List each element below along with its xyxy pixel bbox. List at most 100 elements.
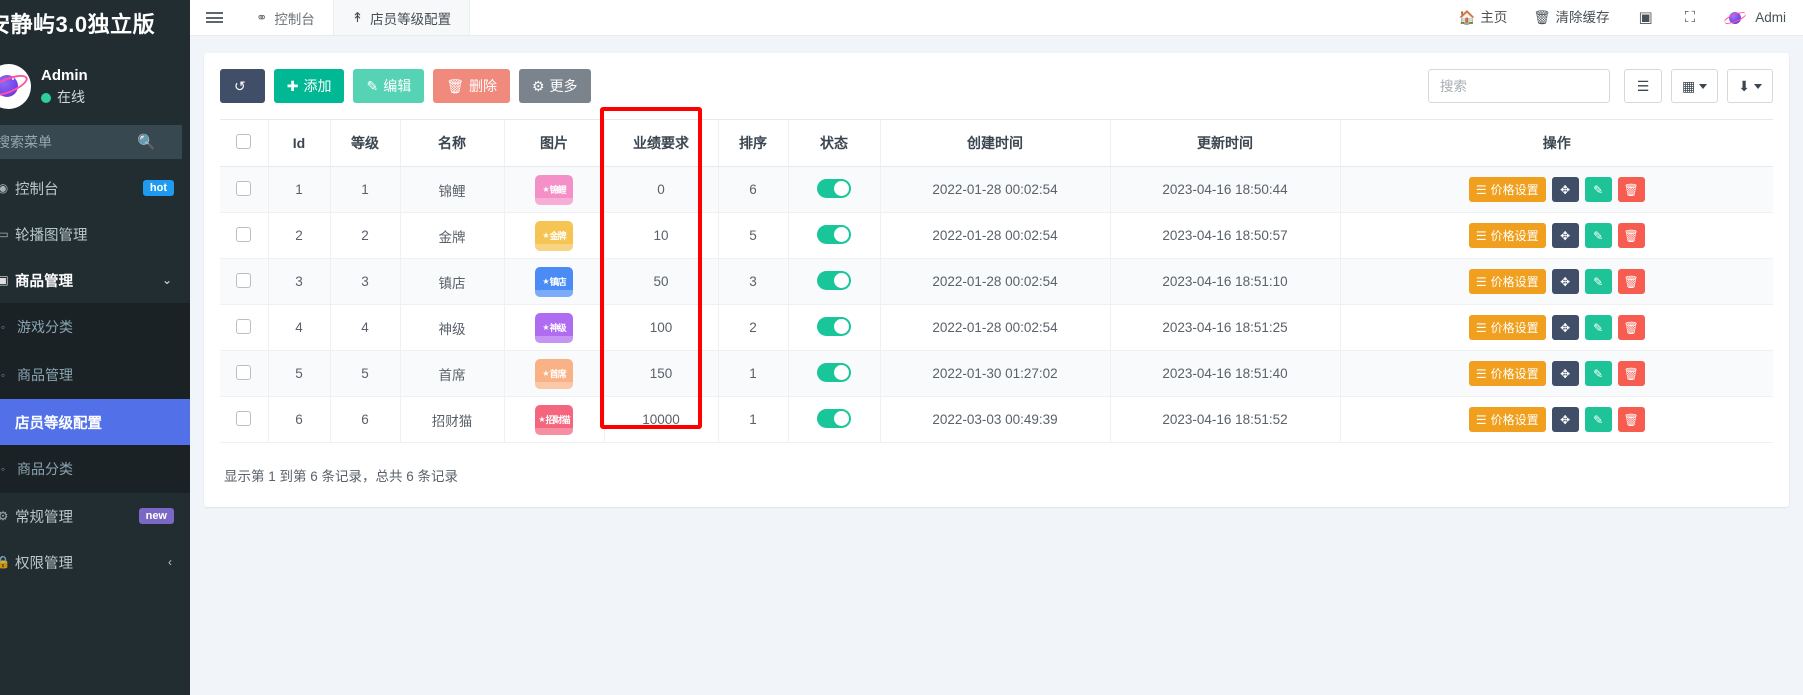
delete-row-button[interactable]: 🗑 xyxy=(1618,407,1645,432)
row-checkbox[interactable] xyxy=(236,181,251,196)
sidebar-item-label: 轮播图管理 xyxy=(15,224,88,245)
online-status-dot xyxy=(41,93,51,103)
delete-row-button[interactable]: 🗑 xyxy=(1618,177,1645,202)
table-body: 11锦鲤★锦鲤062022-01-28 00:02:542023-04-16 1… xyxy=(220,167,1773,443)
edit-button[interactable]: ✎编辑 xyxy=(353,69,424,103)
delete-row-button[interactable]: 🗑 xyxy=(1618,223,1645,248)
delete-button[interactable]: 🗑删除 xyxy=(433,69,510,103)
theme-icon[interactable]: ▣ xyxy=(1623,0,1669,36)
edit-row-button[interactable]: ✎ xyxy=(1585,407,1612,432)
delete-row-button[interactable]: 🗑 xyxy=(1618,361,1645,386)
col-performance[interactable]: 业绩要求 xyxy=(604,120,718,167)
status-toggle[interactable] xyxy=(817,271,851,290)
price-settings-button[interactable]: ☰价格设置 xyxy=(1469,223,1546,248)
edit-row-button[interactable]: ✎ xyxy=(1585,177,1612,202)
col-created[interactable]: 创建时间 xyxy=(880,120,1110,167)
level-badge-image[interactable]: ★镇店 xyxy=(535,267,573,297)
table-footer: 显示第 1 到第 6 条记录，总共 6 条记录 xyxy=(220,443,1773,485)
sidebar-item-console[interactable]: ◉ 控制台 hot xyxy=(0,165,190,211)
cell-level: 6 xyxy=(330,397,400,443)
col-actions[interactable]: 操作 xyxy=(1340,120,1773,167)
sidebar-search[interactable]: 🔍 xyxy=(0,125,182,159)
sidebar-item-permission-management[interactable]: 🔒 权限管理 ‹ xyxy=(0,539,190,585)
status-toggle[interactable] xyxy=(817,225,851,244)
brand-title: 安静屿3.0独立版 xyxy=(0,0,190,50)
sidebar-item-goods-category[interactable]: ◦ 商品分类 xyxy=(0,445,190,493)
col-updated[interactable]: 更新时间 xyxy=(1110,120,1340,167)
col-status[interactable]: 状态 xyxy=(788,120,880,167)
hamburger-icon[interactable] xyxy=(190,0,238,35)
price-settings-button[interactable]: ☰价格设置 xyxy=(1469,269,1546,294)
row-checkbox[interactable] xyxy=(236,411,251,426)
cell-status xyxy=(788,305,880,351)
price-settings-button[interactable]: ☰价格设置 xyxy=(1469,315,1546,340)
price-settings-button[interactable]: ☰价格设置 xyxy=(1469,177,1546,202)
delete-icon: 🗑 xyxy=(1624,367,1639,381)
level-badge-image[interactable]: ★金牌 xyxy=(535,221,573,251)
home-link[interactable]: 🏠 主页 xyxy=(1446,0,1521,36)
move-button[interactable]: ✥ xyxy=(1552,269,1579,294)
columns-icon[interactable]: ▦ xyxy=(1671,69,1718,103)
status-toggle[interactable] xyxy=(817,363,851,382)
select-all-checkbox[interactable] xyxy=(236,134,251,149)
delete-row-button[interactable]: 🗑 xyxy=(1618,269,1645,294)
price-settings-button[interactable]: ☰价格设置 xyxy=(1469,407,1546,432)
edit-row-button[interactable]: ✎ xyxy=(1585,223,1612,248)
edit-row-button[interactable]: ✎ xyxy=(1585,315,1612,340)
status-toggle[interactable] xyxy=(817,179,851,198)
col-id[interactable]: Id xyxy=(268,120,330,167)
main-area: ⚭ 控制台 ↟ 店员等级配置 🏠 主页 🗑 清除缓存 ▣ ⛶ xyxy=(190,0,1803,695)
level-badge-image[interactable]: ★招财猫 xyxy=(535,405,573,435)
move-button[interactable]: ✥ xyxy=(1552,361,1579,386)
list-view-icon[interactable]: ☰ xyxy=(1624,69,1662,103)
sidebar-item-general-management[interactable]: ⚙ 常规管理 new xyxy=(0,493,190,539)
more-button[interactable]: ⚙更多 xyxy=(519,69,591,103)
export-icon[interactable]: ⬇ xyxy=(1727,69,1773,103)
add-button[interactable]: ✚添加 xyxy=(274,69,345,103)
cell-level: 2 xyxy=(330,213,400,259)
level-badge-image[interactable]: ★神级 xyxy=(535,313,573,343)
table-row[interactable]: 55首席★首席15012022-01-30 01:27:022023-04-16… xyxy=(220,351,1773,397)
sidebar-item-goods[interactable]: ◦ 商品管理 xyxy=(0,351,190,399)
edit-icon: ✎ xyxy=(1593,321,1603,335)
delete-row-button[interactable]: 🗑 xyxy=(1618,315,1645,340)
tab-clerk-level-config[interactable]: ↟ 店员等级配置 xyxy=(333,0,470,35)
fullscreen-icon[interactable]: ⛶ xyxy=(1669,0,1712,36)
col-level[interactable]: 等级 xyxy=(330,120,400,167)
col-image[interactable]: 图片 xyxy=(504,120,604,167)
edit-row-button[interactable]: ✎ xyxy=(1585,361,1612,386)
table-row[interactable]: 22金牌★金牌1052022-01-28 00:02:542023-04-16 … xyxy=(220,213,1773,259)
table-row[interactable]: 33镇店★镇店5032022-01-28 00:02:542023-04-16 … xyxy=(220,259,1773,305)
sidebar-item-game-category[interactable]: ◦ 游戏分类 xyxy=(0,303,190,351)
status-toggle[interactable] xyxy=(817,317,851,336)
move-button[interactable]: ✥ xyxy=(1552,177,1579,202)
sidebar-search-input[interactable] xyxy=(0,134,146,150)
user-menu[interactable]: Admi xyxy=(1711,0,1799,36)
row-checkbox[interactable] xyxy=(236,319,251,334)
move-button[interactable]: ✥ xyxy=(1552,407,1579,432)
clear-cache-link[interactable]: 🗑 清除缓存 xyxy=(1520,0,1622,36)
cell-level: 1 xyxy=(330,167,400,213)
table-row[interactable]: 11锦鲤★锦鲤062022-01-28 00:02:542023-04-16 1… xyxy=(220,167,1773,213)
row-checkbox[interactable] xyxy=(236,365,251,380)
level-badge-image[interactable]: ★首席 xyxy=(535,359,573,389)
status-toggle[interactable] xyxy=(817,409,851,428)
col-sort[interactable]: 排序 xyxy=(718,120,788,167)
edit-row-button[interactable]: ✎ xyxy=(1585,269,1612,294)
refresh-button[interactable]: ↺ xyxy=(220,69,265,103)
table-row[interactable]: 66招财猫★招财猫1000012022-03-03 00:49:392023-0… xyxy=(220,397,1773,443)
move-button[interactable]: ✥ xyxy=(1552,315,1579,340)
level-badge-image[interactable]: ★锦鲤 xyxy=(535,175,573,205)
sidebar-item-carousel[interactable]: ▭ 轮播图管理 xyxy=(0,211,190,257)
sidebar-item-goods-management[interactable]: ▣ 商品管理 ⌄ xyxy=(0,257,190,303)
col-name[interactable]: 名称 xyxy=(400,120,504,167)
cell-performance: 150 xyxy=(604,351,718,397)
row-checkbox[interactable] xyxy=(236,227,251,242)
search-input[interactable] xyxy=(1428,69,1610,103)
table-row[interactable]: 44神级★神级10022022-01-28 00:02:542023-04-16… xyxy=(220,305,1773,351)
tab-console[interactable]: ⚭ 控制台 xyxy=(238,0,333,35)
row-checkbox[interactable] xyxy=(236,273,251,288)
sidebar-item-clerk-level-config[interactable]: 店员等级配置 xyxy=(0,399,190,445)
move-button[interactable]: ✥ xyxy=(1552,223,1579,248)
price-settings-button[interactable]: ☰价格设置 xyxy=(1469,361,1546,386)
